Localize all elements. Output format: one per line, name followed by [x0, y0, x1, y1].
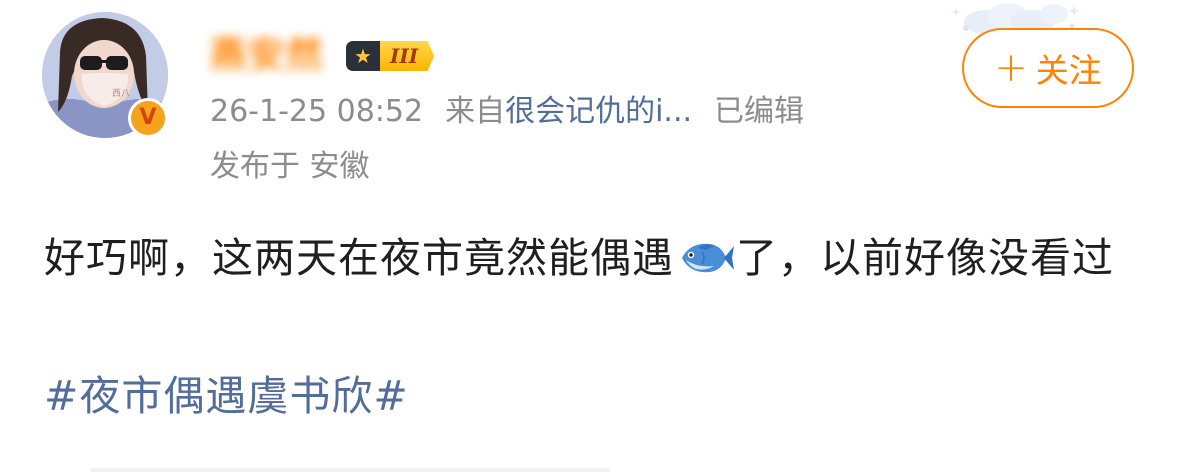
- verified-badge-icon: V: [128, 98, 168, 138]
- post-text-part1: 好巧啊，这两天在夜市竟然能偶遇: [44, 234, 674, 282]
- star-icon: ★: [346, 41, 381, 71]
- source-prefix: 来自: [445, 94, 506, 129]
- follow-label: 关注: [1035, 51, 1102, 90]
- hashtag-link[interactable]: #夜市偶遇虞书欣#: [44, 366, 409, 426]
- edited-label[interactable]: 已编辑: [714, 94, 804, 129]
- post-timestamp: 26-1-25 08:52: [210, 94, 424, 129]
- source-link[interactable]: 很会记仇的i...: [505, 94, 692, 129]
- fish-icon: [682, 243, 734, 273]
- divider: [90, 468, 610, 472]
- plus-icon: +: [994, 45, 1028, 91]
- follow-button[interactable]: + 关注: [962, 28, 1134, 108]
- level-badge[interactable]: ★ III: [346, 41, 435, 71]
- post-location: 发布于 安徽: [210, 149, 370, 184]
- level-number: III: [380, 41, 435, 71]
- post-text-part2: 了，以前好像没看过: [736, 234, 1114, 282]
- post-text: 好巧啊，这两天在夜市竟然能偶遇 了，以前好像没看过: [44, 228, 1134, 288]
- post-meta: 26-1-25 08:52 来自很会记仇的i... 已编辑: [210, 94, 804, 130]
- verified-v-glyph: V: [139, 105, 157, 130]
- author-name[interactable]: 燕安然: [210, 38, 324, 74]
- svg-text:西八: 西八: [112, 88, 130, 99]
- author-row: 燕安然 ★ III: [210, 28, 435, 84]
